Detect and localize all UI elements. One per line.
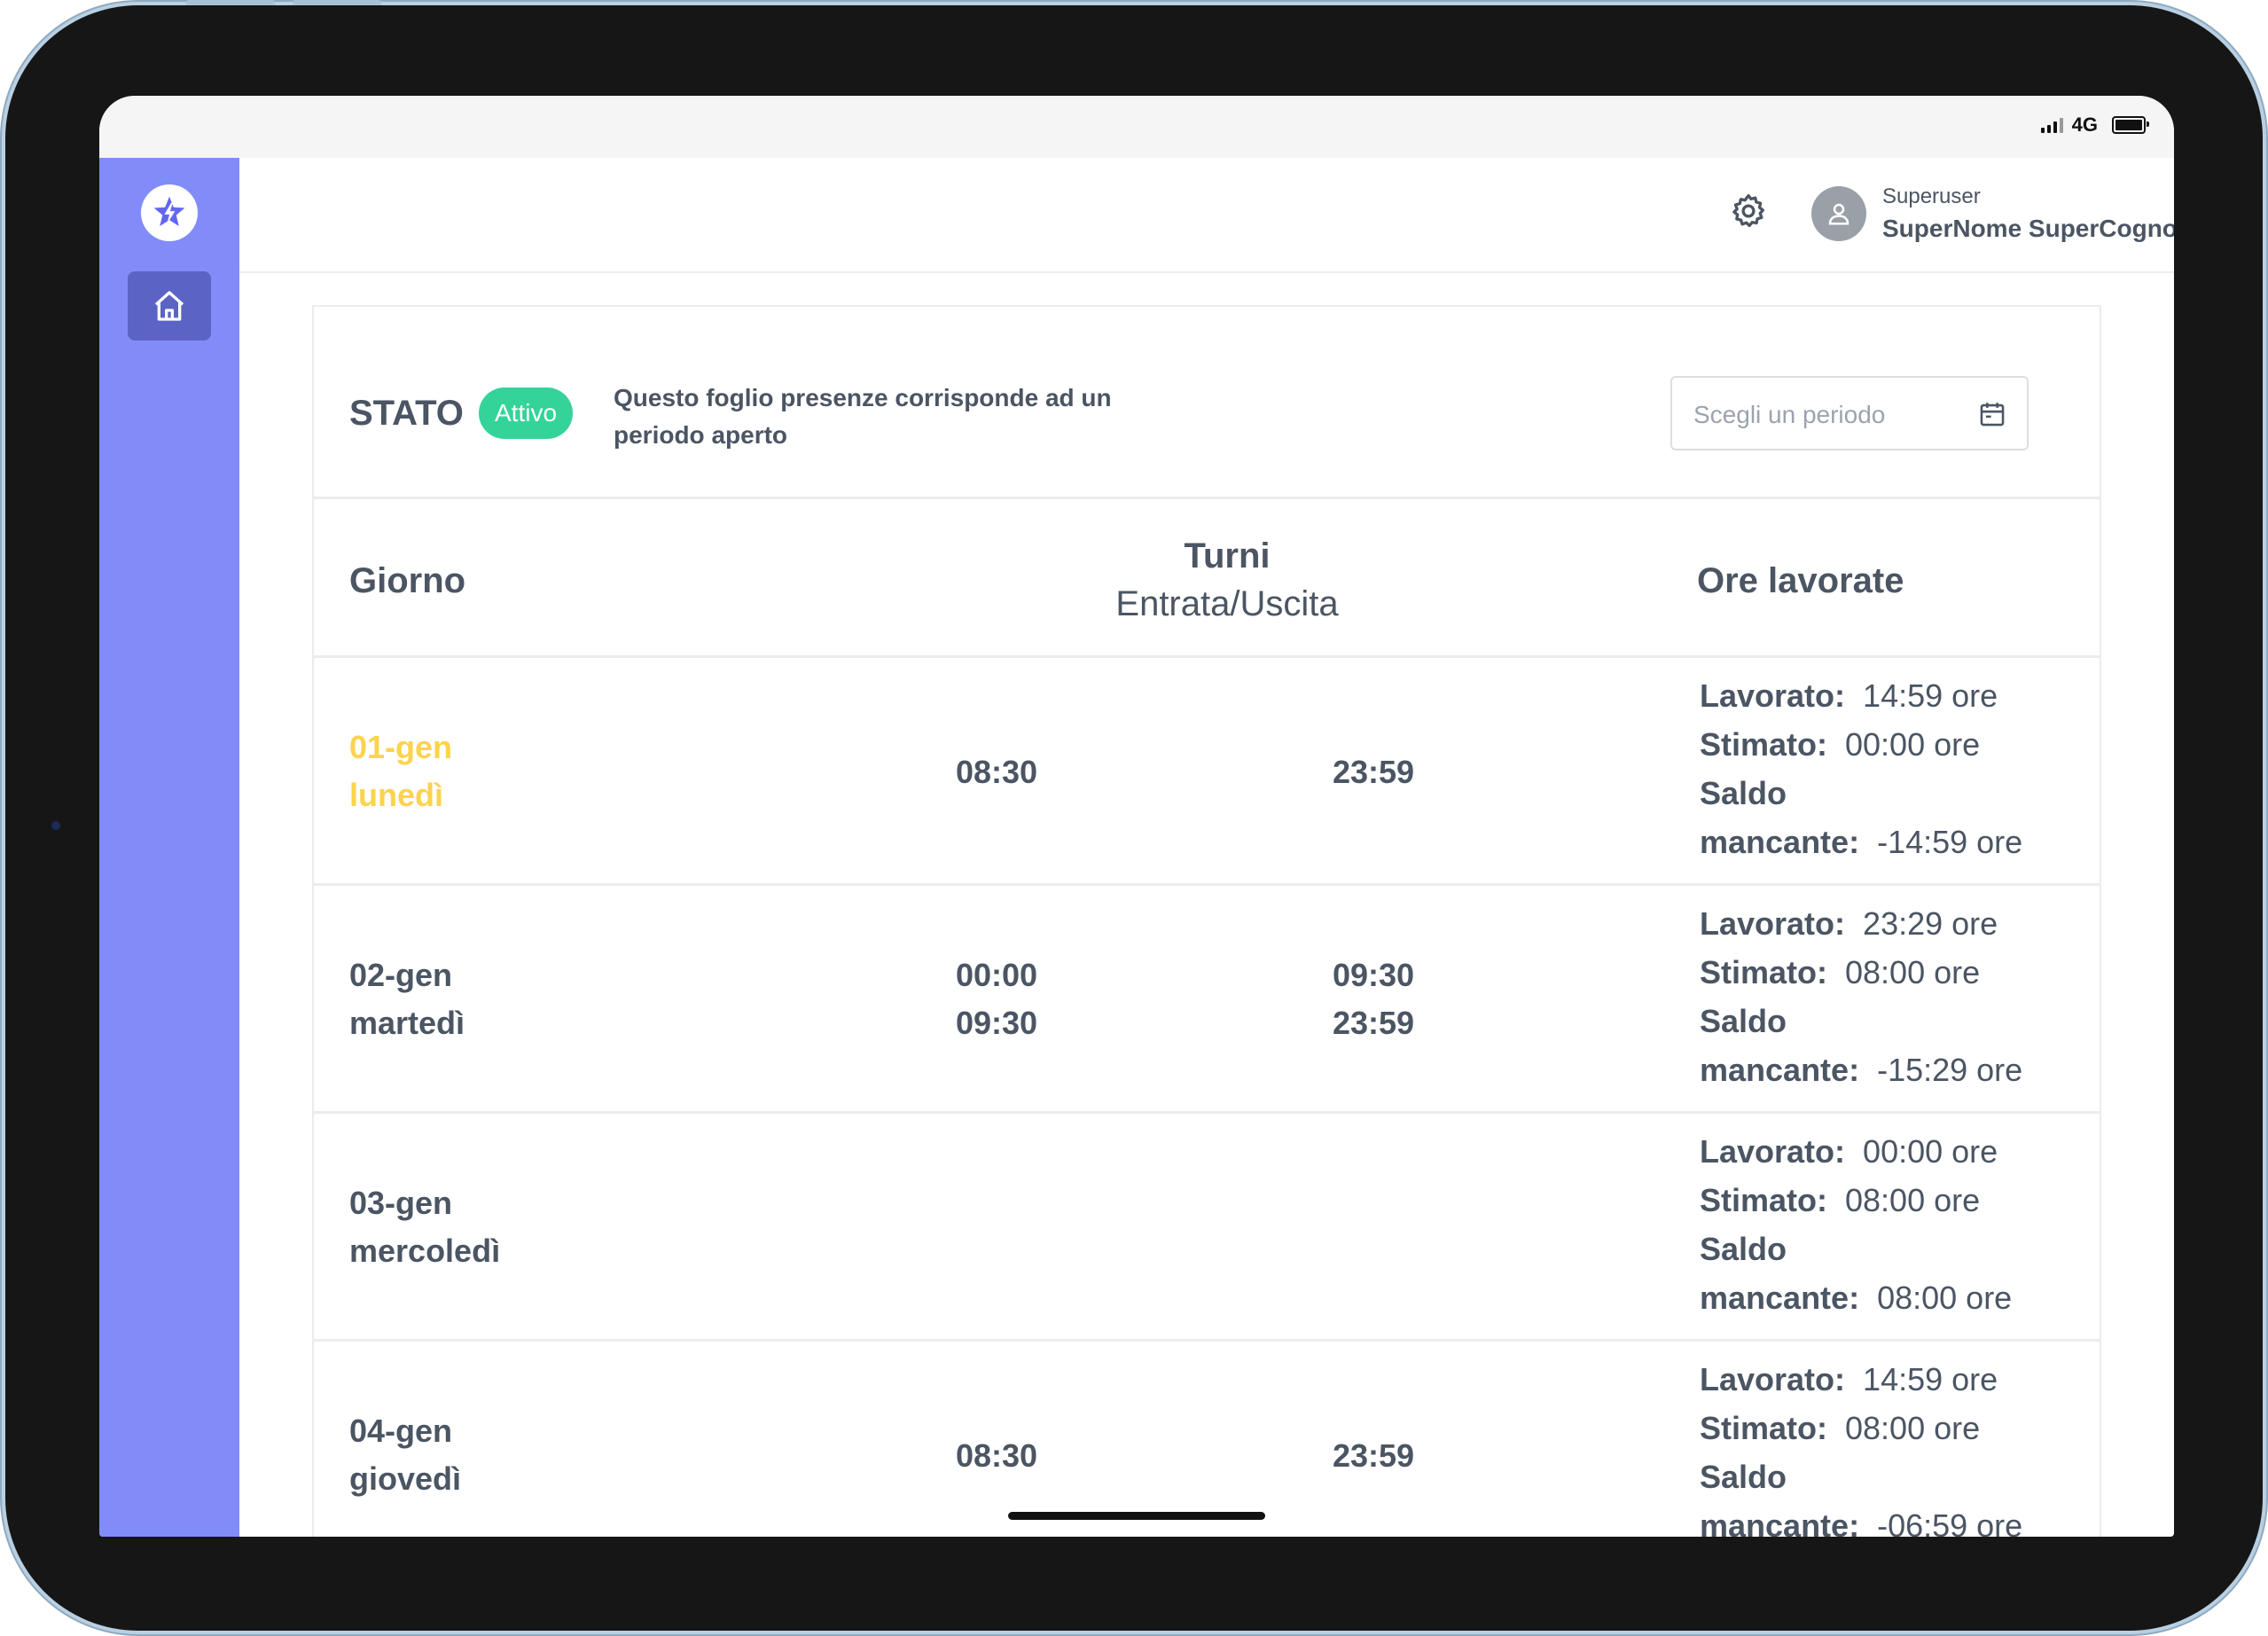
network-label: 4G bbox=[2071, 114, 2098, 136]
user-role: Superuser bbox=[1882, 184, 1981, 208]
header-turni: Turni bbox=[1184, 536, 1271, 575]
period-picker[interactable]: Scegli un periodo bbox=[1670, 376, 2029, 450]
shift-out: 23:59 bbox=[1332, 1005, 1415, 1041]
ore-lavorato: Lavorato: 23:29 ore bbox=[1700, 905, 1998, 942]
ore-lavorato: Lavorato: 00:00 ore bbox=[1700, 1133, 1998, 1170]
status-badge: Attivo bbox=[479, 387, 574, 439]
day-name: martedì bbox=[349, 1005, 465, 1041]
sidebar-item-home[interactable] bbox=[128, 271, 211, 341]
signal-icon bbox=[2040, 117, 2063, 133]
ore-saldo: Saldo bbox=[1700, 1003, 1787, 1039]
shift-in: 09:30 bbox=[955, 1005, 1038, 1041]
ore-mancante: mancante: -14:59 ore bbox=[1700, 824, 2023, 860]
header-ore-label: Ore lavorate bbox=[1697, 561, 1904, 600]
table-row[interactable]: 04-gen giovedì 08:30 23:59 Lavorato: 14:… bbox=[314, 1342, 2100, 1537]
volume-down-button bbox=[293, 0, 381, 5]
ore-stimato: Stimato: 08:00 ore bbox=[1700, 1182, 1981, 1218]
header-giorno: Giorno bbox=[349, 561, 466, 600]
top-header: Superuser SuperNome SuperCognome bbox=[239, 158, 2174, 273]
stato-description: Questo foglio presenze corrisponde ad un… bbox=[614, 384, 1112, 449]
status-indicators: 4G bbox=[2040, 114, 2149, 137]
ore-saldo: Saldo bbox=[1700, 775, 1787, 811]
ore-lavorato: Lavorato: 14:59 ore bbox=[1700, 677, 1998, 714]
star-logo-icon[interactable] bbox=[141, 184, 198, 241]
day-date: 04-gen bbox=[349, 1413, 453, 1449]
ore-mancante: mancante: -15:29 ore bbox=[1700, 1052, 2023, 1088]
shift-out: 23:59 bbox=[1332, 754, 1415, 790]
shift-in: 08:30 bbox=[955, 754, 1038, 790]
timesheet-card: STATO Attivo Questo foglio presenze corr… bbox=[312, 305, 2101, 1537]
user-icon bbox=[1828, 203, 1850, 225]
screen: 4G Superuser SuperNome SuperCogno STATO … bbox=[99, 96, 2174, 1537]
volume-up-button bbox=[186, 0, 275, 5]
stato-section: STATO Attivo Questo foglio presenze corr… bbox=[314, 307, 2100, 499]
ore-stimato: Stimato: 08:00 ore bbox=[1700, 954, 1981, 990]
ore-saldo: Saldo bbox=[1700, 1231, 1787, 1267]
shift-in: 08:30 bbox=[955, 1437, 1038, 1474]
camera-dot bbox=[51, 821, 60, 830]
ore-stimato: Stimato: 00:00 ore bbox=[1700, 726, 1981, 763]
stato-label: STATO bbox=[349, 394, 464, 433]
ore-saldo: Saldo bbox=[1700, 1459, 1787, 1495]
header-turni-sub: Entrata/Uscita bbox=[1115, 584, 1339, 623]
avatar[interactable] bbox=[1811, 186, 1866, 241]
ore-lavorato: Lavorato: 14:59 ore bbox=[1700, 1361, 1998, 1397]
day-name: mercoledì bbox=[349, 1233, 501, 1269]
day-date: 03-gen bbox=[349, 1185, 453, 1221]
table-row[interactable]: 03-gen mercoledì Lavorato: 00:00 ore Sti… bbox=[314, 1114, 2100, 1342]
battery-icon bbox=[2112, 116, 2149, 134]
day-date: 02-gen bbox=[349, 957, 453, 993]
calendar-icon[interactable] bbox=[1977, 399, 2007, 429]
period-placeholder: Scegli un periodo bbox=[1693, 401, 1886, 428]
day-name: lunedì bbox=[349, 777, 443, 813]
shift-out: 23:59 bbox=[1332, 1437, 1415, 1474]
table-row[interactable]: 02-gen martedì 00:00 09:30 09:30 23:59 L… bbox=[314, 886, 2100, 1114]
sidebar bbox=[99, 158, 239, 1537]
status-bar: 4G bbox=[99, 96, 2174, 159]
home-icon bbox=[154, 291, 184, 321]
home-indicator[interactable] bbox=[1008, 1512, 1265, 1520]
shift-in: 00:00 bbox=[955, 957, 1038, 993]
user-name[interactable]: SuperNome SuperCognome bbox=[1882, 215, 2174, 243]
shift-out: 09:30 bbox=[1332, 957, 1415, 993]
ore-mancante: mancante: -06:59 ore bbox=[1700, 1507, 2023, 1537]
ore-mancante: mancante: 08:00 ore bbox=[1700, 1280, 2013, 1316]
gear-icon[interactable] bbox=[1729, 192, 1768, 231]
ore-stimato: Stimato: 08:00 ore bbox=[1700, 1410, 1981, 1446]
day-name: giovedì bbox=[349, 1460, 462, 1497]
day-date: 01-gen bbox=[349, 729, 453, 765]
table-header: Giorno Turni Entrata/Uscita Ore lavorate bbox=[314, 499, 2100, 658]
table-row[interactable]: 01-gen lunedì 08:30 23:59 Lavorato: 14:5… bbox=[314, 658, 2100, 886]
